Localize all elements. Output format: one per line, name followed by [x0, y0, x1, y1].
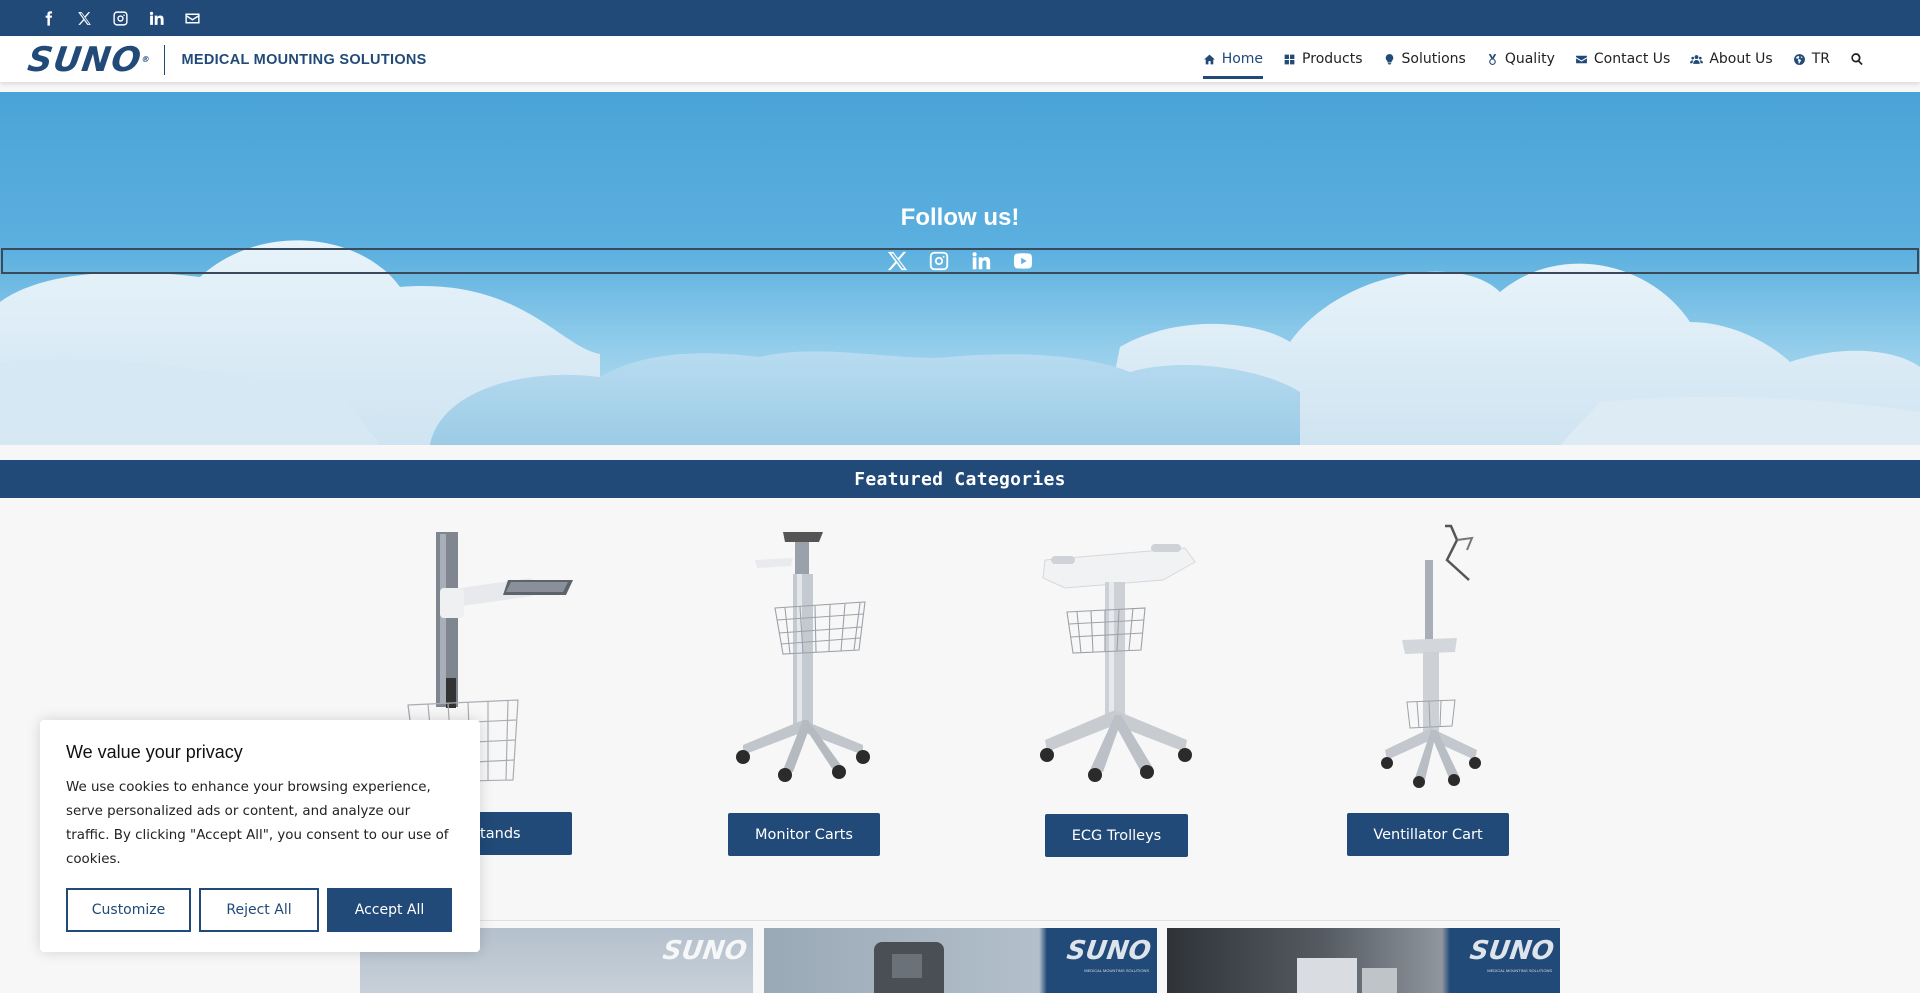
nav-language-label: TR: [1811, 51, 1830, 67]
category-button-monitor-carts[interactable]: Monitor Carts: [728, 813, 880, 856]
category-ecg-trolleys: ECG Trolleys: [985, 498, 1245, 868]
envelope-icon[interactable]: [174, 0, 210, 36]
nav-quality-label: Quality: [1504, 51, 1555, 67]
logo-subtitle: MEDICAL MOUNTING SOLUTIONS: [181, 52, 427, 68]
device-image: [874, 942, 944, 993]
gallery-tile[interactable]: SUNO MEDICAL MOUNTING SOLUTIONS: [1167, 928, 1560, 993]
reject-all-button[interactable]: Reject All: [199, 888, 319, 932]
tile-logo-subtitle: MEDICAL MOUNTING SOLUTIONS: [1487, 968, 1552, 973]
featured-categories-bar: Featured Categories: [0, 460, 1920, 498]
customize-button[interactable]: Customize: [66, 888, 191, 932]
main-nav: Home Products Solutions Quality Contact …: [1193, 36, 1874, 82]
nav-products[interactable]: Products: [1273, 36, 1372, 82]
site-logo[interactable]: SUNO® MEDICAL MOUNTING SOLUTIONS: [25, 40, 427, 80]
ventillator-cart-image[interactable]: [1297, 520, 1557, 790]
search-icon: [1851, 53, 1863, 66]
cookie-consent-banner: We value your privacy We use cookies to …: [40, 720, 480, 952]
linkedin-icon[interactable]: [968, 250, 994, 272]
accept-all-button[interactable]: Accept All: [327, 888, 452, 932]
equipment-image: [1297, 958, 1397, 993]
nav-products-label: Products: [1302, 51, 1363, 67]
globe-icon: [1793, 53, 1805, 65]
monitor-cart-image[interactable]: [673, 520, 933, 790]
tile-logo: SUNO: [1468, 936, 1557, 966]
tile-logo-subtitle: MEDICAL MOUNTING SOLUTIONS: [1084, 968, 1149, 973]
nav-contact-label: Contact Us: [1593, 51, 1671, 67]
ecg-trolley-image[interactable]: [985, 520, 1245, 790]
hero-banner: Follow us!: [0, 92, 1920, 445]
search-button[interactable]: [1840, 36, 1874, 82]
home-icon: [1203, 54, 1215, 64]
category-monitor-carts: Monitor Carts: [673, 498, 933, 868]
featured-categories-title: Featured Categories: [854, 468, 1066, 490]
instagram-icon[interactable]: [102, 0, 138, 36]
category-label: Monitor Carts: [755, 826, 853, 843]
x-twitter-icon[interactable]: [884, 250, 910, 272]
category-button-ventillator-cart[interactable]: Ventillator Cart: [1347, 813, 1509, 856]
hero-social-links: [1, 248, 1919, 274]
logo-divider: [164, 45, 166, 75]
category-button-ecg-trolleys[interactable]: ECG Trolleys: [1045, 814, 1188, 857]
nav-solutions[interactable]: Solutions: [1373, 36, 1476, 82]
nav-about-label: About Us: [1709, 51, 1773, 67]
lightbulb-icon: [1385, 53, 1393, 65]
cookie-buttons: Customize Reject All Accept All: [66, 888, 452, 932]
instagram-icon[interactable]: [926, 250, 952, 272]
youtube-icon[interactable]: [1010, 250, 1036, 272]
nav-about[interactable]: About Us: [1680, 36, 1782, 82]
category-ventillator-cart: Ventillator Cart: [1297, 498, 1557, 868]
nav-contact[interactable]: Contact Us: [1565, 36, 1680, 82]
cookie-body: We use cookies to enhance your browsing …: [66, 780, 449, 867]
users-icon: [1690, 54, 1704, 64]
nav-language[interactable]: TR: [1783, 36, 1840, 82]
x-twitter-icon[interactable]: [66, 0, 102, 36]
grid-icon: [1284, 54, 1295, 64]
tile-logo: SUNO: [661, 936, 750, 966]
category-label: ECG Trolleys: [1071, 827, 1162, 844]
envelope-icon: [1575, 55, 1587, 63]
nav-home[interactable]: Home: [1193, 36, 1273, 82]
follow-us-title: Follow us!: [900, 204, 1020, 231]
cookie-title: We value your privacy: [66, 742, 243, 762]
facebook-icon[interactable]: [30, 0, 66, 36]
linkedin-icon[interactable]: [138, 0, 174, 36]
site-header: SUNO® MEDICAL MOUNTING SOLUTIONS Home Pr…: [0, 36, 1920, 82]
medal-icon: [1488, 53, 1497, 65]
logo-mark: SUNO®: [25, 40, 152, 80]
tile-logo: SUNO: [1065, 936, 1154, 966]
section-divider: [360, 920, 1560, 921]
nav-solutions-label: Solutions: [1401, 51, 1466, 67]
top-social-bar: [0, 0, 1920, 36]
nav-quality[interactable]: Quality: [1476, 36, 1565, 82]
nav-home-label: Home: [1221, 51, 1264, 67]
category-label: Ventillator Cart: [1373, 826, 1483, 843]
gallery-tile[interactable]: SUNO MEDICAL MOUNTING SOLUTIONS: [764, 928, 1157, 993]
